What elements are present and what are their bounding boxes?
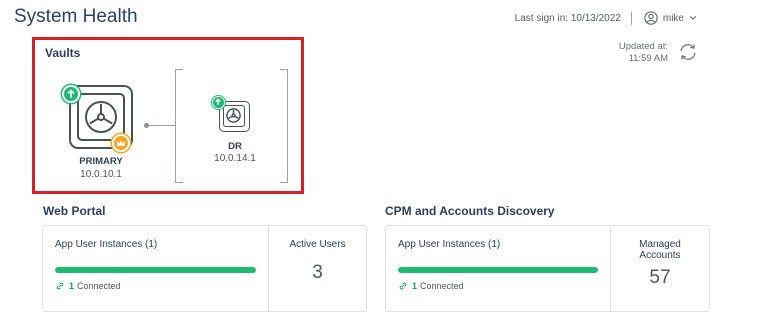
vault-icon — [223, 105, 245, 127]
vaults-heading: Vaults — [45, 46, 81, 60]
updated-label: Updated at: — [618, 41, 668, 52]
web-portal-metric: Active Users 3 — [269, 226, 366, 311]
vaults-panel: Vaults PRIMARY 10.0.10.1 DR 10.0.14.1 — [32, 37, 304, 194]
web-portal-progress-bar — [55, 267, 256, 273]
updated-time: 11:59 AM — [628, 53, 668, 64]
web-portal-metric-value: 3 — [312, 262, 323, 283]
topbar: Last sign in: 10/13/2022 mike — [515, 11, 697, 25]
page-title: System Health — [14, 6, 138, 27]
refresh-icon[interactable] — [677, 41, 699, 63]
last-sign-in: Last sign in: 10/13/2022 — [514, 12, 621, 24]
vault-connector — [146, 125, 176, 126]
chevron-down-icon — [689, 16, 697, 20]
arrow-up-icon — [62, 85, 80, 103]
cpm-card[interactable]: App User Instances (1) 1 Connected Manag… — [385, 225, 710, 312]
cpm-instances: App User Instances (1) 1 Connected — [386, 226, 611, 311]
dr-bracket-right — [280, 69, 288, 183]
cpm-metric-label: Managed Accounts — [639, 239, 681, 261]
web-portal-connected-label: Connected — [77, 281, 121, 291]
updated-at: Updated at: 11:59 AM — [600, 41, 668, 65]
arrow-up-icon — [212, 96, 225, 109]
web-portal-card[interactable]: App User Instances (1) 1 Connected Activ… — [42, 225, 367, 312]
topbar-divider — [630, 11, 632, 25]
cpm-metric-value: 57 — [649, 267, 671, 288]
cpm-progress-fill — [398, 267, 598, 273]
vault-dr-name: DR — [228, 141, 242, 152]
web-portal-progress-fill — [55, 267, 256, 273]
cpm-metric: Managed Accounts 57 — [611, 226, 709, 311]
connector-dot — [144, 123, 149, 128]
web-portal-connected-count: 1 — [69, 281, 75, 291]
web-portal-instances: App User Instances (1) 1 Connected — [43, 226, 269, 311]
cpm-status: 1 Connected — [398, 281, 464, 291]
user-menu[interactable]: mike — [644, 11, 697, 25]
vault-dr-ip: 10.0.14.1 — [214, 153, 256, 164]
cpm-progress-bar — [398, 267, 598, 273]
cpm-instances-label: App User Instances (1) — [398, 239, 501, 250]
link-icon — [56, 282, 64, 290]
vault-primary-ip: 10.0.10.1 — [80, 169, 122, 180]
cpm-connected-label: Connected — [420, 281, 464, 291]
dr-bracket-left — [175, 69, 183, 183]
cpm-connected-count: 1 — [412, 281, 418, 291]
crown-icon — [112, 134, 130, 152]
cpm-title: CPM and Accounts Discovery — [385, 204, 555, 218]
web-portal-metric-label: Active Users — [289, 239, 346, 250]
web-portal-title: Web Portal — [43, 204, 106, 218]
username: mike — [662, 12, 684, 24]
link-icon — [399, 282, 407, 290]
web-portal-instances-label: App User Instances (1) — [55, 239, 158, 250]
web-portal-status: 1 Connected — [55, 281, 121, 291]
user-icon — [644, 11, 658, 25]
vault-primary-name: PRIMARY — [79, 156, 123, 167]
